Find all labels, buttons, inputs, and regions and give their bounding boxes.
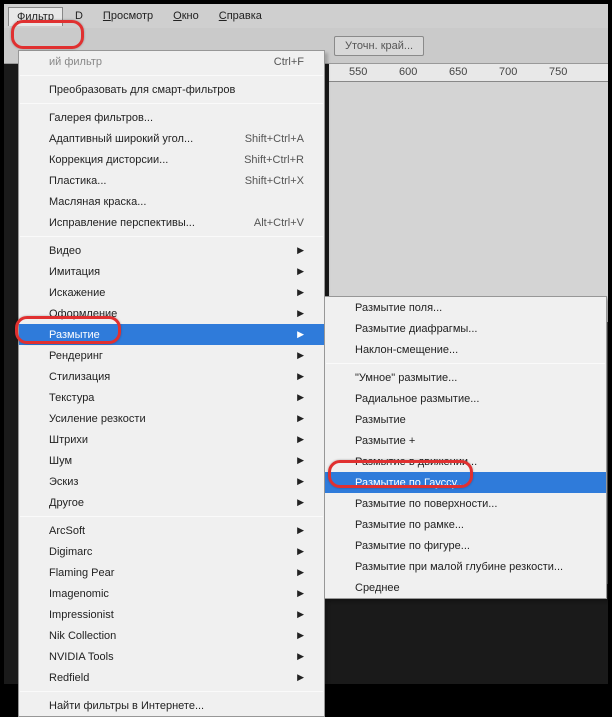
menu-item-browse-online[interactable]: Найти фильтры в Интернете... — [19, 695, 324, 716]
submenu-arrow-icon: ▶ — [297, 245, 304, 256]
submenu-item-surface-blur[interactable]: Размытие по поверхности... — [325, 493, 606, 514]
submenu-item-gaussian-blur[interactable]: Размытие по Гауссу... — [325, 472, 606, 493]
canvas-background — [329, 82, 608, 322]
submenu-arrow-icon: ▶ — [297, 287, 304, 298]
submenu-arrow-icon: ▶ — [297, 308, 304, 319]
menu-item-stylize[interactable]: Стилизация▶ — [19, 366, 324, 387]
ruler-tick-label: 750 — [549, 66, 567, 78]
submenu-item-average[interactable]: Среднее — [325, 577, 606, 598]
submenu-arrow-icon: ▶ — [297, 651, 304, 662]
submenu-item-radial-blur[interactable]: Радиальное размытие... — [325, 388, 606, 409]
menu-3d[interactable]: D — [67, 7, 91, 25]
filter-menu-dropdown: ий фильтрCtrl+F Преобразовать для смарт-… — [18, 50, 325, 717]
menu-item-imagenomic[interactable]: Imagenomic▶ — [19, 583, 324, 604]
submenu-item-smart-blur[interactable]: "Умное" размытие... — [325, 367, 606, 388]
menubar: ФФильтрильтр D ПросмотрПросмотр ОкноОкно… — [4, 4, 608, 28]
menu-window[interactable]: ОкноОкно — [165, 7, 207, 25]
submenu-arrow-icon: ▶ — [297, 350, 304, 361]
menu-item-video[interactable]: Видео▶ — [19, 240, 324, 261]
menu-view[interactable]: ПросмотрПросмотр — [95, 7, 161, 25]
menu-item-arcsoft[interactable]: ArcSoft▶ — [19, 520, 324, 541]
submenu-arrow-icon: ▶ — [297, 476, 304, 487]
menu-item-sharpen[interactable]: Усиление резкости▶ — [19, 408, 324, 429]
menu-item-last-filter: ий фильтрCtrl+F — [19, 51, 324, 72]
ruler-tick-label: 600 — [399, 66, 417, 78]
submenu-item-field-blur[interactable]: Размытие поля... — [325, 297, 606, 318]
submenu-item-blur-more[interactable]: Размытие + — [325, 430, 606, 451]
menu-item-digimarc[interactable]: Digimarc▶ — [19, 541, 324, 562]
submenu-arrow-icon: ▶ — [297, 392, 304, 403]
submenu-arrow-icon: ▶ — [297, 413, 304, 424]
menu-item-impressionist[interactable]: Impressionist▶ — [19, 604, 324, 625]
submenu-item-box-blur[interactable]: Размытие по рамке... — [325, 514, 606, 535]
ruler-tick-label: 700 — [499, 66, 517, 78]
submenu-arrow-icon: ▶ — [297, 609, 304, 620]
menu-item-other[interactable]: Другое▶ — [19, 492, 324, 513]
submenu-item-shape-blur[interactable]: Размытие по фигуре... — [325, 535, 606, 556]
menu-item-artistic[interactable]: Имитация▶ — [19, 261, 324, 282]
submenu-arrow-icon: ▶ — [297, 630, 304, 641]
menu-item-nikcollection[interactable]: Nik Collection▶ — [19, 625, 324, 646]
menu-filter[interactable]: ФФильтрильтр — [8, 7, 63, 26]
submenu-item-blur[interactable]: Размытие — [325, 409, 606, 430]
menu-item-distort[interactable]: Искажение▶ — [19, 282, 324, 303]
menu-item-filter-gallery[interactable]: Галерея фильтров... — [19, 107, 324, 128]
menu-help[interactable]: СправкаСправка — [211, 7, 270, 25]
menu-item-pixelate[interactable]: Оформление▶ — [19, 303, 324, 324]
blur-submenu: Размытие поля... Размытие диафрагмы... Н… — [324, 296, 607, 599]
menu-item-strokes[interactable]: Штрихи▶ — [19, 429, 324, 450]
submenu-arrow-icon: ▶ — [297, 455, 304, 466]
submenu-arrow-icon: ▶ — [297, 567, 304, 578]
refine-edge-button[interactable]: Уточн. край... — [334, 36, 424, 56]
submenu-item-motion-blur[interactable]: Размытие в движении... — [325, 451, 606, 472]
menu-item-sketch[interactable]: Эскиз▶ — [19, 471, 324, 492]
submenu-arrow-icon: ▶ — [297, 329, 304, 340]
menu-item-redfield[interactable]: Redfield▶ — [19, 667, 324, 688]
submenu-item-tilt-shift[interactable]: Наклон-смещение... — [325, 339, 606, 360]
submenu-arrow-icon: ▶ — [297, 525, 304, 536]
ruler-tick-label: 550 — [349, 66, 367, 78]
submenu-arrow-icon: ▶ — [297, 266, 304, 277]
menu-item-texture[interactable]: Текстура▶ — [19, 387, 324, 408]
submenu-arrow-icon: ▶ — [297, 588, 304, 599]
submenu-arrow-icon: ▶ — [297, 434, 304, 445]
submenu-item-iris-blur[interactable]: Размытие диафрагмы... — [325, 318, 606, 339]
submenu-arrow-icon: ▶ — [297, 672, 304, 683]
menu-item-flamingpear[interactable]: Flaming Pear▶ — [19, 562, 324, 583]
ruler-tick-label: 650 — [449, 66, 467, 78]
submenu-item-lens-blur[interactable]: Размытие при малой глубине резкости... — [325, 556, 606, 577]
menu-item-oil-paint[interactable]: Масляная краска... — [19, 191, 324, 212]
horizontal-ruler: 550 600 650 700 750 — [329, 64, 608, 82]
menu-item-liquify[interactable]: Пластика...Shift+Ctrl+X — [19, 170, 324, 191]
menu-item-adaptive-wide[interactable]: Адаптивный широкий угол...Shift+Ctrl+A — [19, 128, 324, 149]
menu-item-vanishing[interactable]: Исправление перспективы...Alt+Ctrl+V — [19, 212, 324, 233]
submenu-arrow-icon: ▶ — [297, 371, 304, 382]
menu-item-nvidia[interactable]: NVIDIA Tools▶ — [19, 646, 324, 667]
menu-item-noise[interactable]: Шум▶ — [19, 450, 324, 471]
menu-item-convert-smart[interactable]: Преобразовать для смарт-фильтров — [19, 79, 324, 100]
menu-item-render[interactable]: Рендеринг▶ — [19, 345, 324, 366]
submenu-arrow-icon: ▶ — [297, 546, 304, 557]
menu-item-blur[interactable]: Размытие▶ — [19, 324, 324, 345]
menu-item-lens-correction[interactable]: Коррекция дисторсии...Shift+Ctrl+R — [19, 149, 324, 170]
submenu-arrow-icon: ▶ — [297, 497, 304, 508]
